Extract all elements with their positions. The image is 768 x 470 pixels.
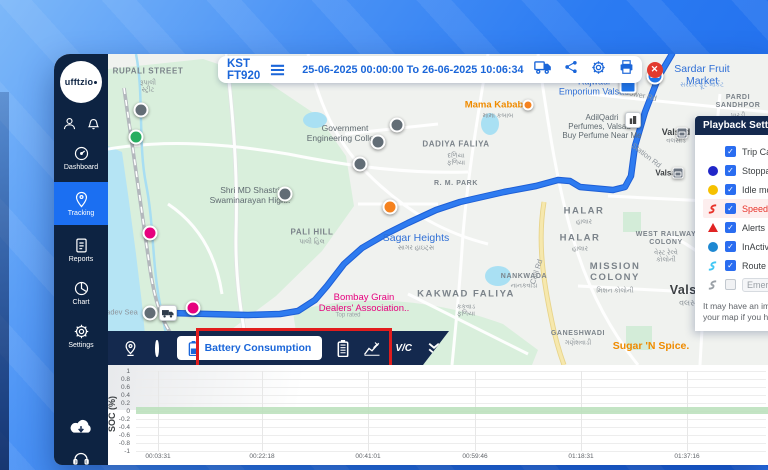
y-tick: 1	[108, 368, 130, 375]
y-tick: -1	[108, 448, 130, 455]
playback-topbar: KST FT920 25-06-2025 00:00:00 To 26-06-2…	[218, 56, 642, 83]
soc-chart: SOC (%) 1 0.8 0.6 0.4 0.2 0 -0.2 -0.4 -0…	[108, 365, 768, 465]
stop-marker-6[interactable]	[143, 306, 158, 321]
playback-row-route[interactable]: Route	[703, 256, 768, 275]
playback-settings-panel: Playback Settings Trip Calculation Stopp…	[695, 116, 768, 331]
stop-marker-1[interactable]	[134, 103, 149, 118]
settings-gear-icon[interactable]	[591, 60, 606, 80]
map-canvas[interactable]	[108, 54, 768, 365]
x-tick: 00:59:46	[462, 453, 487, 460]
x-tick: 00:03:31	[145, 453, 170, 460]
sidebar-item-chart[interactable]: Chart	[54, 274, 108, 311]
app-logo-text: ufftzio	[65, 77, 93, 87]
trip-sheet-icon[interactable]	[534, 60, 551, 79]
trip-start-marker[interactable]	[129, 130, 144, 145]
map-view[interactable]: RUPALI STREET રૂપાલી સ્ટ્રીટ Government …	[108, 54, 768, 365]
playback-note: It may have an impact on your map if you…	[703, 301, 768, 323]
railway-station-icon-2	[673, 168, 684, 179]
idle-dot-icon	[708, 185, 718, 195]
user-icon[interactable]	[62, 116, 77, 131]
sidebar: ufftzio Dashboard Tracking Reports Chart	[54, 54, 108, 465]
poi-marker-adilqadri[interactable]	[625, 112, 641, 128]
graph-annotation-icon[interactable]	[356, 341, 388, 356]
voltage-current-toggle[interactable]: V/C	[388, 343, 419, 354]
stop-marker-3[interactable]	[390, 118, 405, 133]
alerts-triangle-icon	[708, 223, 718, 232]
checkbox-alerts[interactable]	[725, 222, 736, 233]
battery-status-icon[interactable]	[330, 340, 356, 357]
checkbox-inactive[interactable]	[725, 241, 736, 252]
x-tick: 00:22:18	[249, 453, 274, 460]
playback-row-stoppage[interactable]: Stoppage more than	[703, 161, 768, 180]
main-content: RUPALI STREET રૂપાલી સ્ટ્રીટ Government …	[108, 54, 768, 465]
y-tick: 0.8	[108, 376, 130, 383]
date-range[interactable]: 25-06-2025 00:00:00 To 26-06-2025 10:06:…	[302, 64, 523, 76]
print-icon[interactable]	[619, 60, 634, 79]
vehicle-marker-truck[interactable]	[159, 305, 177, 321]
emergency-squiggle-icon	[706, 279, 719, 291]
sidebar-item-tracking[interactable]: Tracking	[54, 182, 108, 225]
stop-marker-2[interactable]	[278, 187, 293, 202]
x-tick: 01:18:31	[568, 453, 593, 460]
sidebar-item-settings[interactable]: Settings	[54, 317, 108, 354]
playback-toggle-knob[interactable]	[155, 340, 159, 357]
share-icon[interactable]	[564, 60, 578, 79]
soc-zero-line-series	[136, 407, 768, 414]
battery-icon	[188, 341, 199, 356]
camera-marker-1[interactable]	[143, 226, 158, 241]
cloud-download-icon[interactable]	[68, 417, 94, 437]
checkbox-route[interactable]	[725, 260, 736, 271]
y-tick: -0.2	[108, 416, 130, 423]
checkbox-idle[interactable]	[725, 184, 736, 195]
sidebar-item-dashboard[interactable]: Dashboard	[54, 139, 108, 176]
route-squiggle-icon	[706, 260, 719, 272]
y-tick: 0	[108, 408, 130, 415]
railway-station-icon-1	[677, 128, 688, 139]
inactive-dot-icon	[708, 242, 718, 252]
checkbox-speed[interactable]	[725, 203, 736, 214]
background-edge-shade	[0, 92, 9, 470]
support-headset-icon[interactable]	[72, 451, 90, 465]
alert-marker-1[interactable]	[383, 200, 398, 215]
close-icon[interactable]	[647, 62, 663, 78]
y-tick: 0.4	[108, 392, 130, 399]
y-tick: 0.6	[108, 384, 130, 391]
playback-row-speed[interactable]: Speed more than	[703, 199, 768, 218]
playback-toolbar: Battery Consumption V/C	[108, 331, 449, 365]
playback-row-idle[interactable]: Idle more than	[703, 180, 768, 199]
playback-settings-title: Playback Settings	[695, 116, 768, 135]
y-tick: -0.8	[108, 440, 130, 447]
checkbox-trip-calculation[interactable]	[725, 146, 736, 157]
notification-bell-icon[interactable]	[86, 116, 101, 131]
app-logo[interactable]: ufftzio	[60, 61, 102, 103]
checkbox-emergency-light[interactable]	[725, 279, 736, 290]
vehicle-name: KST FT920	[227, 58, 260, 82]
y-tick: 0.2	[108, 400, 130, 407]
poi-marker-bombay-grain[interactable]	[186, 301, 201, 316]
checkbox-stoppage[interactable]	[725, 165, 736, 176]
stoppage-dot-icon	[708, 166, 718, 176]
playback-row-alerts[interactable]: Alerts	[703, 218, 768, 237]
stop-marker-5[interactable]	[353, 157, 368, 172]
playback-row-emergency-light[interactable]: Emergency Light	[703, 275, 768, 294]
speed-squiggle-icon	[706, 203, 719, 215]
menu-icon[interactable]	[270, 64, 285, 76]
location-pin-icon[interactable]	[116, 340, 145, 357]
playback-row-inactive[interactable]: InActive	[703, 237, 768, 256]
y-tick: -0.4	[108, 424, 130, 431]
sidebar-item-reports[interactable]: Reports	[54, 231, 108, 268]
playback-row-trip-calculation[interactable]: Trip Calculation	[703, 142, 768, 161]
poi-marker-mama-kababis[interactable]	[523, 100, 534, 111]
stop-marker-4[interactable]	[371, 135, 386, 150]
battery-consumption-button[interactable]: Battery Consumption	[177, 336, 323, 360]
app-window: ufftzio Dashboard Tracking Reports Chart	[54, 54, 768, 465]
x-tick: 00:41:01	[355, 453, 380, 460]
x-tick: 01:37:16	[674, 453, 699, 460]
y-tick: -0.6	[108, 432, 130, 439]
